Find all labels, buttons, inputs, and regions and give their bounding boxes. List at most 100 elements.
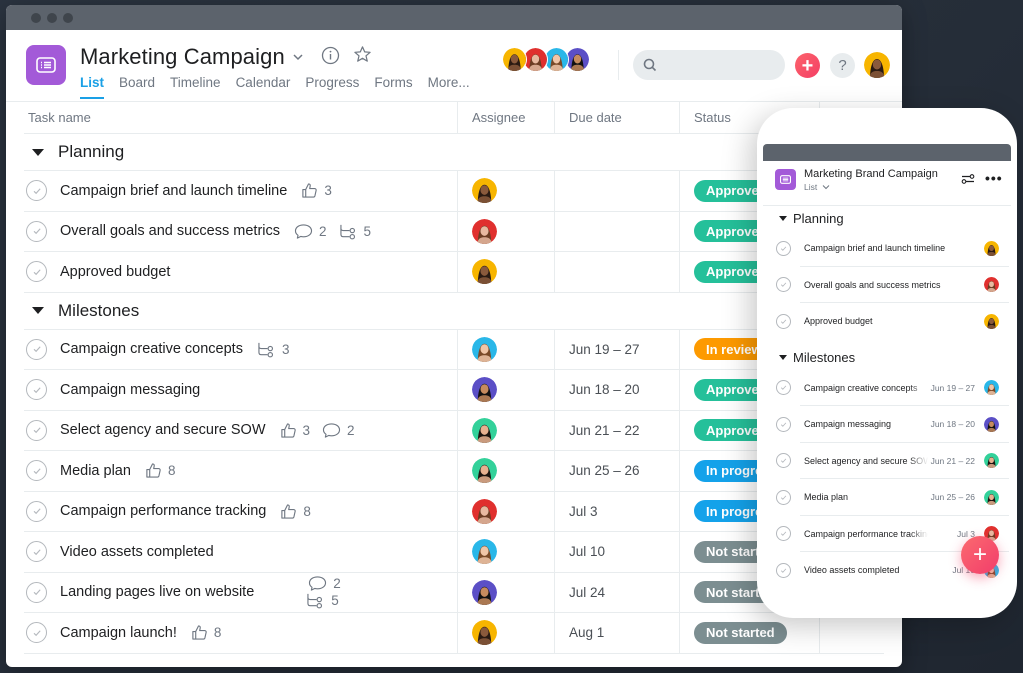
assignee-avatar[interactable] xyxy=(472,178,497,204)
task-name[interactable]: Campaign launch! xyxy=(60,625,177,641)
tab-board[interactable]: Board xyxy=(119,75,155,99)
table-row[interactable]: Campaign messaging Jun 18 – 20 Approved xyxy=(24,370,884,411)
due-date-cell[interactable]: Jun 21 – 22 xyxy=(555,410,680,450)
assignee-cell[interactable] xyxy=(458,410,555,450)
assignee-cell[interactable] xyxy=(458,252,555,292)
project-members[interactable] xyxy=(502,47,590,72)
subtasks-count[interactable]: 5 xyxy=(339,223,371,240)
complete-task-checkbox[interactable] xyxy=(776,313,791,329)
due-date-cell[interactable]: Jul 24 xyxy=(555,572,680,612)
collapse-triangle-icon[interactable] xyxy=(32,148,44,156)
task-name[interactable]: Campaign performance tracking xyxy=(60,503,266,519)
complete-task-checkbox[interactable] xyxy=(26,541,47,563)
assignee-cell[interactable] xyxy=(458,171,555,211)
star-icon[interactable] xyxy=(353,45,372,64)
comments-count[interactable]: 2 xyxy=(322,422,355,439)
more-options-icon[interactable]: ••• xyxy=(985,170,1003,186)
collapse-triangle-icon[interactable] xyxy=(779,215,787,221)
window-close-button[interactable] xyxy=(31,12,41,23)
window-maximize-button[interactable] xyxy=(63,12,73,23)
user-avatar[interactable] xyxy=(864,52,890,78)
member-avatar[interactable] xyxy=(502,47,527,72)
complete-task-checkbox[interactable] xyxy=(776,416,791,432)
assignee-avatar[interactable] xyxy=(472,458,497,484)
section-header[interactable]: Milestones xyxy=(24,293,884,330)
collapse-triangle-icon[interactable] xyxy=(779,355,787,360)
subtasks-count[interactable]: 3 xyxy=(257,341,289,358)
assignee-cell[interactable] xyxy=(458,370,555,410)
tab-timeline[interactable]: Timeline xyxy=(170,75,221,99)
table-row[interactable]: Overall goals and success metrics 25 App… xyxy=(24,211,884,252)
column-header-due-date[interactable]: Due date xyxy=(555,102,680,133)
help-button[interactable]: ? xyxy=(830,53,855,78)
assignee-cell[interactable] xyxy=(458,211,555,251)
task-name[interactable]: Landing pages live on website xyxy=(60,584,254,600)
search-input[interactable] xyxy=(663,57,783,73)
assignee-cell[interactable] xyxy=(458,532,555,572)
complete-task-checkbox[interactable] xyxy=(776,240,791,256)
assignee-avatar[interactable] xyxy=(472,620,497,646)
complete-task-checkbox[interactable] xyxy=(776,453,791,469)
due-date-cell[interactable]: Jul 10 xyxy=(555,532,680,572)
mobile-section-header[interactable]: Milestones xyxy=(763,346,1011,370)
task-name[interactable]: Overall goals and success metrics xyxy=(60,223,280,239)
mobile-list-item[interactable]: Campaign creative concepts Jun 19 – 27 xyxy=(763,370,1011,407)
mobile-list-item[interactable]: Media plan Jun 25 – 26 xyxy=(763,479,1011,516)
collapse-triangle-icon[interactable] xyxy=(32,307,44,314)
due-date-cell[interactable]: Aug 1 xyxy=(555,613,680,653)
assignee-cell[interactable] xyxy=(458,572,555,612)
assignee-cell[interactable] xyxy=(458,451,555,491)
tab-forms[interactable]: Forms xyxy=(374,75,412,99)
due-date-cell[interactable] xyxy=(555,211,680,251)
mobile-list-item[interactable]: Campaign messaging Jun 18 – 20 xyxy=(763,406,1011,443)
tab-calendar[interactable]: Calendar xyxy=(236,75,291,99)
assignee-avatar[interactable] xyxy=(472,218,497,244)
due-date-cell[interactable]: Jun 18 – 20 xyxy=(555,370,680,410)
assignee-cell[interactable] xyxy=(458,329,555,369)
mobile-list-item[interactable]: Overall goals and success metrics xyxy=(763,267,1011,304)
chevron-down-icon[interactable] xyxy=(291,50,305,64)
search-bar[interactable] xyxy=(633,50,785,80)
likes-count[interactable]: 3 xyxy=(280,422,310,439)
subtasks-count[interactable]: 5 xyxy=(306,592,341,609)
likes-count[interactable]: 8 xyxy=(145,462,175,479)
task-name[interactable]: Campaign brief and launch timeline xyxy=(60,183,287,199)
complete-task-checkbox[interactable] xyxy=(776,562,791,578)
task-name[interactable]: Select agency and secure SOW xyxy=(60,422,266,438)
mobile-section-header[interactable]: Planning xyxy=(763,206,1011,230)
assignee-avatar[interactable] xyxy=(472,498,497,524)
complete-task-checkbox[interactable] xyxy=(26,180,47,202)
complete-task-checkbox[interactable] xyxy=(26,460,47,482)
table-row[interactable]: Approved budget Approved xyxy=(24,252,884,293)
mobile-add-task-button[interactable]: + xyxy=(961,536,999,574)
assignee-cell[interactable] xyxy=(458,613,555,653)
tab-progress[interactable]: Progress xyxy=(305,75,359,99)
window-minimize-button[interactable] xyxy=(47,12,57,23)
status-cell[interactable]: Not started xyxy=(680,613,820,653)
mobile-view-switcher[interactable]: List xyxy=(804,182,830,192)
mobile-list-item[interactable]: Campaign brief and launch timeline xyxy=(763,230,1011,267)
table-row[interactable]: Campaign performance tracking 8 Jul 3 In… xyxy=(24,491,884,532)
task-name[interactable]: Video assets completed xyxy=(60,544,214,560)
table-row[interactable]: Video assets completed Jul 10 Not starte… xyxy=(24,532,884,573)
assignee-avatar[interactable] xyxy=(472,579,497,605)
complete-task-checkbox[interactable] xyxy=(776,277,791,293)
likes-count[interactable]: 8 xyxy=(191,624,221,641)
complete-task-checkbox[interactable] xyxy=(26,379,47,401)
section-header[interactable]: Planning xyxy=(24,134,884,171)
complete-task-checkbox[interactable] xyxy=(26,419,47,441)
assignee-avatar[interactable] xyxy=(472,377,497,403)
tab-list[interactable]: List xyxy=(80,75,105,99)
assignee-cell[interactable] xyxy=(458,491,555,531)
due-date-cell[interactable] xyxy=(555,252,680,292)
likes-count[interactable]: 8 xyxy=(280,503,311,520)
table-row[interactable]: Select agency and secure SOW 3 2 Jun 21 –… xyxy=(24,410,884,451)
column-header-task-name[interactable]: Task name xyxy=(24,102,458,133)
due-date-cell[interactable] xyxy=(555,171,680,211)
complete-task-checkbox[interactable] xyxy=(26,500,47,522)
mobile-list-item[interactable]: Select agency and secure SOW Jun 21 – 22 xyxy=(763,443,1011,480)
complete-task-checkbox[interactable] xyxy=(26,622,47,644)
table-row[interactable]: Landing pages live on website 25 Jul 24 … xyxy=(24,572,884,613)
due-date-cell[interactable]: Jun 19 – 27 xyxy=(555,329,680,369)
complete-task-checkbox[interactable] xyxy=(26,581,47,603)
